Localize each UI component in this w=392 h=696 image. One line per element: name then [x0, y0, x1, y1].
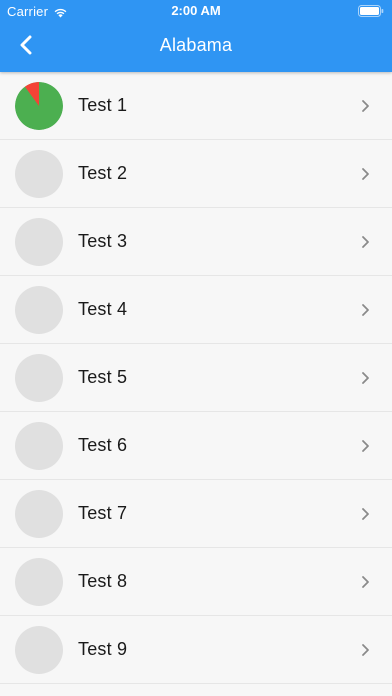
- test-list-item[interactable]: Test 8: [0, 548, 392, 616]
- avatar-placeholder: [15, 626, 63, 674]
- chevron-right-icon: [361, 439, 370, 453]
- test-list: Test 1 Test 2 Test 3 Test 4 Test 5 Test 6 Test…: [0, 72, 392, 696]
- test-list-item[interactable]: Test 5: [0, 344, 392, 412]
- avatar-placeholder: [15, 150, 63, 198]
- test-list-item[interactable]: Test 2: [0, 140, 392, 208]
- chevron-right-icon: [361, 303, 370, 317]
- chevron-right-icon: [361, 235, 370, 249]
- chevron-right-icon: [361, 371, 370, 385]
- test-list-item[interactable]: Test 7: [0, 480, 392, 548]
- test-list-item-label: Test 8: [78, 571, 128, 591]
- status-bar: Carrier 2:00 AM: [0, 0, 392, 22]
- avatar-placeholder: [15, 422, 63, 470]
- chevron-right-icon: [361, 507, 370, 521]
- test-list-item-label: Test 5: [78, 367, 128, 387]
- test-list-item[interactable]: Test 3: [0, 208, 392, 276]
- chevron-right-icon: [361, 575, 370, 589]
- navigation-bar: Alabama: [0, 22, 392, 72]
- test-list-item-label: Test 4: [78, 299, 128, 319]
- status-time: 2:00 AM: [171, 3, 221, 18]
- avatar-placeholder: [15, 490, 63, 538]
- app-header: Carrier 2:00 AM Alabama: [0, 0, 392, 72]
- test-list-item[interactable]: Test 1: [0, 72, 392, 140]
- test-list-item[interactable]: Test 4: [0, 276, 392, 344]
- chevron-right-icon: [361, 167, 370, 181]
- test-list-item-label: Test 9: [78, 639, 128, 659]
- test-list-item-label: Test 6: [78, 435, 128, 455]
- test-list-item[interactable]: Test 6: [0, 412, 392, 480]
- avatar-placeholder: [15, 218, 63, 266]
- test-list-item-label: Test 7: [78, 503, 128, 523]
- progress-pie-icon: [15, 82, 63, 130]
- avatar-placeholder: [15, 354, 63, 402]
- avatar-placeholder: [15, 558, 63, 606]
- screen: Carrier 2:00 AM Alabama Test 1 Test 2 Te…: [0, 0, 392, 696]
- battery-icon: [358, 5, 384, 17]
- chevron-right-icon: [361, 643, 370, 657]
- test-list-item[interactable]: Test 9: [0, 616, 392, 684]
- test-list-item-label: Test 1: [78, 95, 128, 115]
- test-list-item-label: Test 2: [78, 163, 128, 183]
- chevron-right-icon: [361, 99, 370, 113]
- page-title: Alabama: [159, 35, 233, 55]
- test-list-item-label: Test 3: [78, 231, 128, 251]
- avatar-placeholder: [15, 286, 63, 334]
